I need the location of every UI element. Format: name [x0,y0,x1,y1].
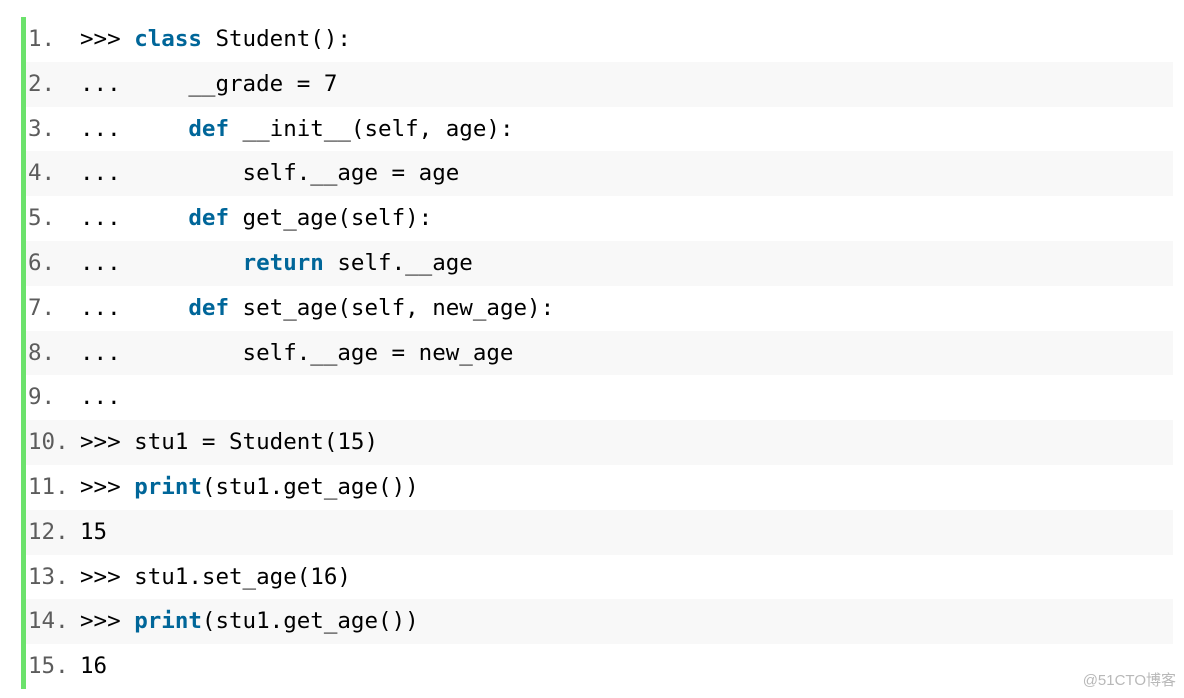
line-source: ... return self.__age [80,241,1173,286]
code-line: 9.... [26,375,1173,420]
keyword-token: def [188,294,230,321]
code-token: >>> [80,473,135,500]
code-line: 5.... def get_age(self): [26,196,1173,241]
code-token: ... [80,294,189,321]
code-line: 10. >>> stu1 = Student(15) [26,420,1173,465]
code-token: __init__(self, age): [229,115,514,142]
code-token: (stu1.get_age()) [201,608,419,635]
line-source: >>> stu1 = Student(15) [80,420,1173,465]
line-source: >>> print(stu1.get_age()) [80,465,1173,510]
line-number: 3. [28,115,56,142]
code-token: >>> stu1 = Student(15) [80,429,379,456]
line-number: 9. [28,384,56,411]
watermark: @51CTO博客 [1082,672,1176,689]
code-token: ... [80,115,189,142]
code-token: set_age(self, new_age): [229,294,555,321]
code-line: 1. >>> class Student(): [26,17,1173,62]
code-token: ... __grade = 7 [80,70,338,97]
line-source: >>> class Student(): [80,17,1173,62]
line-number: 11. [28,473,69,500]
code-token: ... self.__age = age [80,160,460,187]
line-source: 15 [80,510,1173,555]
code-token: (stu1.get_age()) [201,473,419,500]
line-number: 2. [28,70,56,97]
code-token: ... [80,249,243,276]
keyword-token: def [188,205,230,232]
line-source: >>> stu1.set_age(16) [80,555,1173,600]
line-number: 14. [28,608,69,635]
code-line: 15. 16 [26,644,1173,689]
code-line: 6.... return self.__age [26,240,1173,286]
code-line: 7.... def set_age(self, new_age): [26,286,1173,331]
code-token: ... [80,205,189,232]
line-source: ... [80,375,1173,420]
code-token: Student(): [201,26,351,52]
code-line: 4. ... self.__age = age [26,151,1173,197]
code-token: get_age(self): [229,205,433,232]
code-line: 13. >>> stu1.set_age(16) [26,555,1173,600]
line-source: ... def get_age(self): [80,196,1173,241]
code-token: ... self.__age = new_age [80,339,514,366]
line-number: 8. [28,339,56,366]
line-source: ... def __init__(self, age): [80,107,1173,152]
code-token: ... [80,384,121,411]
code-token: 15 [80,518,108,545]
code-line: 2. ... __grade = 7 [26,61,1173,107]
keyword-token: class [134,26,202,52]
line-number: 5. [28,205,56,232]
code-token: 16 [80,653,108,680]
line-number: 4. [28,160,56,187]
line-source: 16 [80,644,1173,689]
line-number: 12. [28,518,69,545]
code-token: >>> [80,26,135,52]
line-number: 7. [28,294,56,321]
line-number: 10. [28,429,69,456]
code-line: 12. 15 [26,509,1173,555]
line-number: 1. [28,26,56,52]
line-source: ... __grade = 7 [80,62,1173,107]
keyword-token: print [134,473,202,500]
code-line: 11. >>> print(stu1.get_age()) [26,465,1173,510]
line-source: ... self.__age = age [80,151,1173,196]
keyword-token: def [188,115,230,142]
keyword-token: return [242,249,324,276]
line-number: 15. [28,653,69,680]
code-line: 3.... def __init__(self, age): [26,107,1173,152]
code-line: 14. >>> print(stu1.get_age()) [26,599,1173,645]
code-token: >>> stu1.set_age(16) [80,563,351,590]
line-source: >>> print(stu1.get_age()) [80,599,1173,644]
code-token: >>> [80,608,135,635]
line-number: 6. [28,249,56,276]
code-line: 8. ... self.__age = new_age [26,330,1173,376]
code-block: 1. >>> class Student(): 2. ... __grade = 7 3… [21,17,1173,689]
line-source: ... def set_age(self, new_age): [80,286,1173,331]
keyword-token: print [134,608,202,635]
line-source: ... self.__age = new_age [80,331,1173,376]
code-token: self.__age [323,249,473,276]
line-number: 13. [28,563,69,590]
